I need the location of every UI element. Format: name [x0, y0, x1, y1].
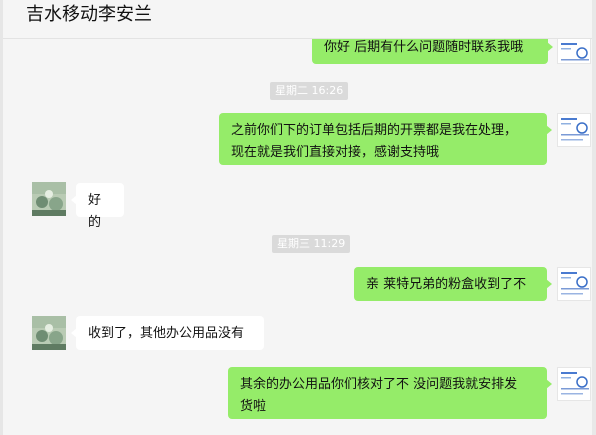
self-avatar[interactable] [557, 267, 591, 301]
message-outgoing[interactable]: 亲 莱特兄弟的粉盒收到了不 [354, 267, 552, 301]
contact-avatar[interactable] [32, 182, 66, 216]
scrollbar-track[interactable] [592, 0, 596, 435]
message-outgoing[interactable]: 其余的办公用品你们核对了不 没问题我就安排发 货啦 [228, 367, 552, 419]
contact-photo-icon [32, 316, 66, 350]
contact-avatar[interactable] [32, 316, 66, 350]
company-logo-icon [558, 368, 590, 400]
self-avatar[interactable] [557, 367, 591, 401]
self-avatar[interactable] [557, 38, 591, 64]
chat-header: 吉水移动李安兰 [0, 0, 596, 39]
timestamp: 星期三 11:29 [272, 235, 351, 253]
chat-title: 吉水移动李安兰 [26, 4, 152, 25]
message-outgoing[interactable]: 之前你们下的订单包括后期的开票都是我在处理， 现在就是我们直接对接，感谢支持哦 [219, 113, 552, 165]
company-logo-icon [558, 39, 590, 63]
window-left-border [0, 0, 3, 435]
company-logo-icon [558, 268, 590, 300]
timestamp: 星期二 16:26 [270, 82, 349, 100]
message-incoming[interactable]: 好的 [71, 183, 124, 230]
contact-photo-icon [32, 182, 66, 216]
self-avatar[interactable] [557, 113, 591, 147]
company-logo-icon [558, 114, 590, 146]
message-incoming[interactable]: 收到了，其他办公用品没有 [71, 316, 264, 350]
